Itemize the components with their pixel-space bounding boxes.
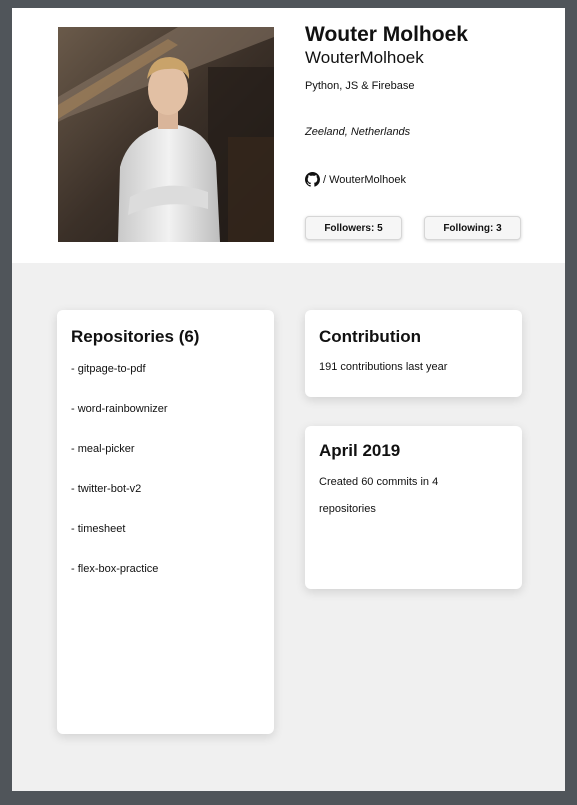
github-link-label: / WouterMolhoek xyxy=(323,173,406,186)
repository-item[interactable]: - flex-box-practice xyxy=(71,563,168,603)
following-button[interactable]: Following: 3 xyxy=(424,216,521,240)
repositories-card: Repositories (6) - gitpage-to-pdf - word… xyxy=(57,310,274,734)
resume-page: Wouter Molhoek WouterMolhoek Python, JS … xyxy=(12,8,565,791)
contribution-text: 191 contributions last year xyxy=(319,361,448,373)
month-activity-title: April 2019 xyxy=(319,441,401,460)
profile-location: Zeeland, Netherlands xyxy=(305,126,411,138)
repository-list: - gitpage-to-pdf - word-rainbownizer - m… xyxy=(71,363,168,603)
profile-photo xyxy=(58,27,274,242)
repository-item[interactable]: - twitter-bot-v2 xyxy=(71,483,168,523)
month-activity-line-1: Created 60 commits in 4 xyxy=(319,476,439,488)
profile-header: Wouter Molhoek WouterMolhoek Python, JS … xyxy=(12,8,565,263)
profile-name: Wouter Molhoek xyxy=(305,23,468,46)
contribution-card: Contribution 191 contributions last year xyxy=(305,310,522,397)
repository-item[interactable]: - word-rainbownizer xyxy=(71,403,168,443)
repository-item[interactable]: - timesheet xyxy=(71,523,168,563)
contribution-title: Contribution xyxy=(319,327,421,346)
github-link[interactable]: / WouterMolhoek xyxy=(305,172,406,187)
profile-skills: Python, JS & Firebase xyxy=(305,80,415,92)
followers-button[interactable]: Followers: 5 xyxy=(305,216,402,240)
repository-item[interactable]: - meal-picker xyxy=(71,443,168,483)
profile-username: WouterMolhoek xyxy=(305,48,424,67)
github-icon xyxy=(305,172,320,187)
month-activity-line-2: repositories xyxy=(319,503,376,515)
repository-item[interactable]: - gitpage-to-pdf xyxy=(71,363,168,403)
month-activity-card: April 2019 Created 60 commits in 4 repos… xyxy=(305,426,522,589)
repositories-title: Repositories (6) xyxy=(71,327,200,346)
